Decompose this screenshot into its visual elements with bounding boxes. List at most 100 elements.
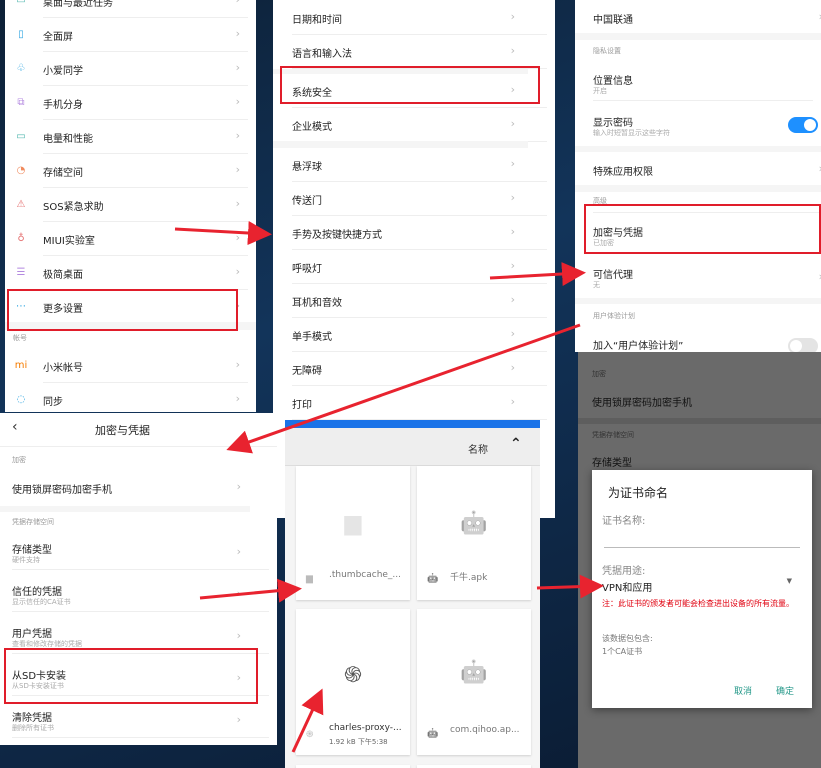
credential-item[interactable]: 信任的凭据 显示信任的CA证书 › bbox=[0, 577, 277, 611]
usage-select[interactable]: VPN和应用 ▼ bbox=[602, 576, 798, 594]
settings-row[interactable]: 企业模式 › bbox=[273, 107, 555, 141]
ux-plan-toggle[interactable] bbox=[788, 338, 818, 352]
sync-icon: ◌ bbox=[16, 393, 26, 405]
file-icon: ▆ bbox=[344, 511, 362, 536]
file-name: charles-proxy-... bbox=[329, 723, 402, 733]
row-label: 加入“用户体验计划” bbox=[593, 341, 684, 352]
row-label: 极简桌面 bbox=[43, 270, 83, 281]
settings-item[interactable]: ♁ MIUI实验室 › bbox=[5, 221, 256, 255]
contains-label: 该数据包包含: bbox=[602, 634, 653, 643]
row-label: 可信代理 bbox=[593, 270, 633, 281]
section-label: 加密 bbox=[12, 456, 26, 464]
file-meta: 1.92 kB 下午5:38 bbox=[329, 738, 388, 746]
account-item[interactable]: ◌ 同步 › bbox=[5, 382, 256, 412]
settings-item[interactable]: ☰ 极简桌面 › bbox=[5, 255, 256, 289]
chevron-right-icon: › bbox=[236, 0, 240, 6]
section-label: 凭据存储空间 bbox=[592, 431, 634, 439]
account-item[interactable]: mi 小米帐号 › bbox=[5, 348, 256, 382]
settings-row[interactable]: 中国联通› bbox=[575, 0, 821, 34]
row-label: 电量和性能 bbox=[43, 134, 93, 145]
encrypt-phone-item[interactable]: 使用锁屏密码加密手机 bbox=[592, 394, 692, 409]
settings-item[interactable]: ▭ 电量和性能 › bbox=[5, 119, 256, 153]
row-label: 无障碍 bbox=[292, 366, 322, 377]
chevron-right-icon: › bbox=[235, 163, 240, 176]
sort-by-name-button[interactable]: 名称 bbox=[468, 441, 488, 456]
settings-row[interactable]: 传送门 › bbox=[273, 181, 555, 215]
chevron-right-icon: › bbox=[510, 361, 515, 374]
section-label: 凭据存储空间 bbox=[12, 518, 54, 526]
cert-name-label: 证书名称: bbox=[602, 516, 646, 527]
row-label: 企业模式 bbox=[292, 122, 332, 133]
chevron-right-icon: › bbox=[510, 395, 515, 408]
row-label: MIUI实验室 bbox=[43, 236, 95, 247]
credential-item[interactable]: 存储类型 硬件支持 › bbox=[0, 535, 277, 569]
special-permissions-item[interactable]: 特殊应用权限› bbox=[575, 152, 821, 186]
row-label: 小米帐号 bbox=[43, 363, 83, 374]
settings-row[interactable]: 无障碍 › bbox=[273, 351, 555, 385]
location-item[interactable]: 位置信息 开启 bbox=[575, 66, 821, 100]
settings-row[interactable]: 呼吸灯 › bbox=[273, 249, 555, 283]
row-label: 打印 bbox=[292, 400, 312, 411]
settings-row[interactable]: 耳机和音效 › bbox=[273, 283, 555, 317]
settings-panel-main: ▭桌面与最近任务›▯全面屏›♧小爱同学›⧉手机分身›▭电量和性能›◔存储空间›⚠… bbox=[5, 0, 256, 412]
settings-item[interactable]: ♧ 小爱同学 › bbox=[5, 51, 256, 85]
show-password-toggle[interactable] bbox=[788, 117, 818, 133]
credential-item[interactable]: 清除凭据 删除所有证书 › bbox=[0, 703, 277, 737]
file-card[interactable]: ▆ ▆ .thumbcache_... bbox=[296, 466, 410, 600]
settings-item[interactable]: ⚠ SOS紧急求助 › bbox=[5, 187, 256, 221]
settings-item[interactable]: ◔ 存储空间 › bbox=[5, 153, 256, 187]
divider bbox=[12, 611, 269, 612]
ok-button[interactable]: 确定 bbox=[776, 684, 794, 697]
sort-ascending-icon[interactable]: ⌃ bbox=[510, 436, 522, 452]
row-sublabel: 硬件支持 bbox=[12, 556, 40, 564]
section-label: 加密 bbox=[592, 370, 606, 378]
settings-item[interactable]: ⧉ 手机分身 › bbox=[5, 85, 256, 119]
name-certificate-dialog: 为证书命名 证书名称: 凭据用途: VPN和应用 ▼ 注：此证书的颁发者可能会检… bbox=[592, 470, 812, 708]
file-card[interactable]: 🤖 🤖 com.qihoo.ap... bbox=[417, 609, 531, 755]
settings-row[interactable]: 打印 › bbox=[273, 385, 555, 419]
settings-row[interactable]: 单手模式 › bbox=[273, 317, 555, 351]
cert-name-input[interactable] bbox=[604, 536, 800, 548]
file-name: com.qihoo.ap... bbox=[450, 725, 520, 735]
settings-item[interactable]: ▯ 全面屏 › bbox=[5, 17, 256, 51]
chevron-right-icon: › bbox=[235, 392, 240, 405]
chevron-right-icon: › bbox=[236, 480, 241, 493]
divider bbox=[12, 737, 269, 738]
row-label: 同步 bbox=[43, 397, 63, 408]
ux-plan-item[interactable]: 加入“用户体验计划” bbox=[575, 326, 821, 352]
row-label: 日期和时间 bbox=[292, 15, 342, 26]
cancel-button[interactable]: 取消 bbox=[734, 684, 752, 697]
settings-row[interactable]: 手势及按键快捷方式 › bbox=[273, 215, 555, 249]
chevron-right-icon: › bbox=[510, 44, 515, 57]
chevron-right-icon: › bbox=[235, 231, 240, 244]
show-password-item[interactable]: 显示密码 输入时短暂显示这些字符 bbox=[575, 108, 821, 142]
divider bbox=[578, 418, 821, 424]
app-bar bbox=[285, 420, 540, 428]
row-sublabel: 输入时短暂显示这些字符 bbox=[593, 129, 670, 137]
chevron-right-icon: › bbox=[510, 191, 515, 204]
settings-row[interactable]: 悬浮球 › bbox=[273, 147, 555, 181]
settings-item[interactable]: ▭ 桌面与最近任务 › bbox=[5, 0, 256, 17]
usage-label: 凭据用途: bbox=[602, 566, 646, 577]
divider bbox=[0, 446, 277, 447]
settings-row[interactable]: 语言和输入法 › bbox=[273, 34, 555, 68]
storage-type-item[interactable]: 存储类型 bbox=[592, 454, 632, 469]
android-icon: 🤖 bbox=[460, 511, 488, 536]
page-title: 加密与凭据 bbox=[95, 424, 150, 437]
divider bbox=[575, 33, 821, 40]
row-label: 位置信息 bbox=[593, 76, 633, 87]
row-label: 手势及按键快捷方式 bbox=[292, 230, 382, 241]
row-label: 显示密码 bbox=[593, 118, 633, 129]
simple-desktop-icon: ☰ bbox=[16, 266, 26, 278]
chevron-right-icon: › bbox=[510, 225, 515, 238]
trust-agents-item[interactable]: 可信代理无› bbox=[575, 260, 821, 294]
chevron-right-icon: › bbox=[236, 587, 241, 600]
encrypt-phone-item[interactable]: 使用锁屏密码加密手机 › bbox=[0, 470, 277, 504]
file-card[interactable]: 🤖 🤖 千牛.apk bbox=[417, 466, 531, 600]
warning-icon: ⚠ bbox=[16, 198, 26, 210]
settings-row[interactable]: 日期和时间 › bbox=[273, 0, 555, 34]
file-card[interactable]: ֍ ֍ charles-proxy-... 1.92 kB 下午5:38 bbox=[296, 609, 410, 755]
back-icon[interactable]: ‹ bbox=[12, 419, 18, 435]
sort-header: 名称 ⌃ bbox=[285, 428, 540, 466]
row-label: 小爱同学 bbox=[43, 66, 83, 77]
